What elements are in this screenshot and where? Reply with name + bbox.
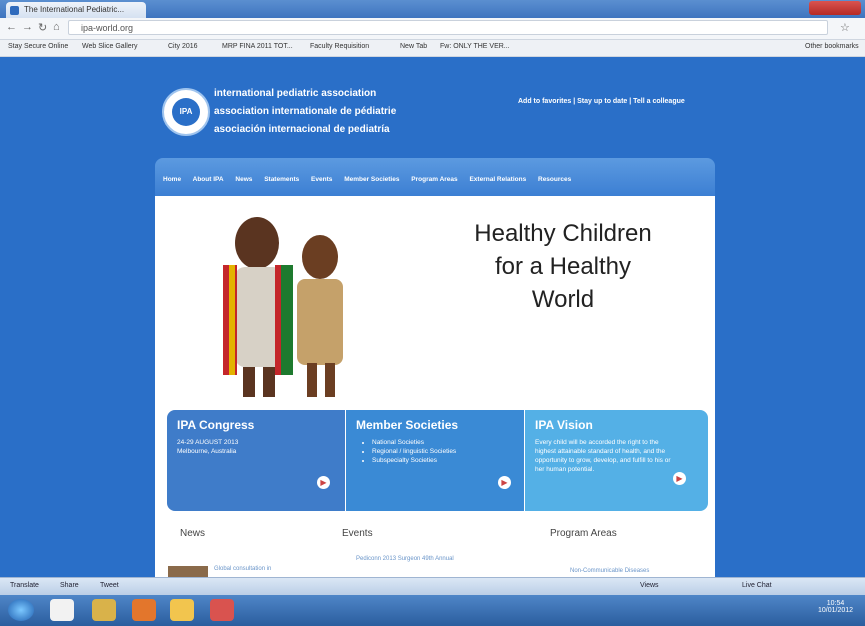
nav-events[interactable]: Events bbox=[311, 176, 332, 183]
societies-item[interactable]: National Societies bbox=[372, 438, 514, 447]
vision-text: Every child will be accorded the right t… bbox=[535, 439, 671, 473]
vision-title: IPA Vision bbox=[535, 418, 593, 432]
ipa-logo[interactable]: IPA bbox=[162, 88, 210, 136]
org-name-en: international pediatric association bbox=[214, 88, 377, 99]
folder-icon[interactable] bbox=[92, 599, 116, 621]
tab-title: The International Pediatric... bbox=[24, 5, 125, 14]
explorer-icon[interactable] bbox=[170, 599, 194, 621]
share-button[interactable]: Share bbox=[60, 582, 79, 589]
tweet-button[interactable]: Tweet bbox=[100, 582, 119, 589]
bookmark-item[interactable]: Stay Secure Online bbox=[8, 43, 68, 50]
bookmark-item[interactable]: Faculty Requisition bbox=[310, 43, 369, 50]
media-player-icon[interactable] bbox=[132, 599, 156, 621]
arrow-right-icon[interactable]: ▶ bbox=[317, 476, 330, 489]
chrome-icon[interactable] bbox=[50, 599, 74, 621]
nav-home[interactable]: Home bbox=[163, 176, 181, 183]
bookmarks-bar: Stay Secure Online Web Slice Gallery Cit… bbox=[0, 40, 865, 57]
bookmark-item[interactable]: MRP FINA 2011 TOT... bbox=[222, 43, 293, 50]
nav-about[interactable]: About IPA bbox=[193, 176, 224, 183]
taskbar: 10:54 10/01/2012 bbox=[0, 595, 865, 626]
org-name-fr: association internationale de pédiatrie bbox=[214, 106, 397, 117]
back-icon[interactable]: ← bbox=[6, 21, 17, 33]
home-icon[interactable]: ⌂ bbox=[53, 21, 60, 33]
live-chat-button[interactable]: Live Chat bbox=[742, 582, 772, 589]
clock-time: 10:54 bbox=[826, 600, 845, 607]
nav-program-areas[interactable]: Program Areas bbox=[411, 176, 457, 183]
start-button-icon[interactable] bbox=[8, 599, 34, 621]
societies-title: Member Societies bbox=[356, 418, 459, 432]
clock[interactable]: 10:54 10/01/2012 bbox=[818, 600, 853, 614]
browser-tab-bar: The International Pediatric... bbox=[0, 0, 865, 18]
org-name-es: asociación internacional de pediatría bbox=[214, 124, 390, 135]
views-button[interactable]: Views bbox=[640, 582, 659, 589]
address-bar[interactable]: ipa-world.org bbox=[68, 20, 828, 35]
societies-item[interactable]: Subspecialty Societies bbox=[372, 456, 514, 465]
bookmark-item[interactable]: Fw: ONLY THE VER... bbox=[440, 43, 510, 50]
event-item[interactable]: Pediconn 2013 Surgeon 49th Annual bbox=[356, 556, 454, 562]
tagline-line: for a Healthy bbox=[494, 253, 632, 280]
reload-icon[interactable]: ↻ bbox=[38, 21, 47, 34]
program-item[interactable]: Non-Communicable Diseases bbox=[570, 568, 649, 574]
nav-external-relations[interactable]: External Relations bbox=[469, 176, 526, 183]
vision-box[interactable]: IPA Vision Every child will be accorded … bbox=[525, 410, 708, 511]
forward-icon[interactable]: → bbox=[22, 21, 33, 33]
news-thumbnail bbox=[168, 566, 208, 577]
translate-button[interactable]: Translate bbox=[10, 582, 39, 589]
top-links[interactable]: Add to favorites | Stay up to date | Tel… bbox=[518, 98, 685, 105]
news-item[interactable]: Global consultation in bbox=[214, 566, 271, 572]
tagline-line: Healthy Children bbox=[474, 220, 652, 247]
arrow-right-icon[interactable]: ▶ bbox=[498, 476, 511, 489]
nav-news[interactable]: News bbox=[235, 176, 252, 183]
addon-bar: Translate Share Tweet Views Live Chat bbox=[0, 577, 865, 596]
societies-box[interactable]: Member Societies National Societies Regi… bbox=[346, 410, 524, 511]
congress-date: 24-29 AUGUST 2013 bbox=[177, 439, 239, 446]
powerpoint-icon[interactable] bbox=[210, 599, 234, 621]
arrow-right-icon[interactable]: ▶ bbox=[673, 472, 686, 485]
bookmark-item[interactable]: New Tab bbox=[400, 43, 427, 50]
clock-date: 10/01/2012 bbox=[818, 607, 854, 614]
address-text: ipa-world.org bbox=[81, 23, 134, 33]
nav-statements[interactable]: Statements bbox=[264, 176, 299, 183]
hero-children-image bbox=[223, 217, 343, 397]
nav-member-societies[interactable]: Member Societies bbox=[344, 176, 399, 183]
news-heading: News bbox=[180, 528, 206, 539]
window-controls[interactable] bbox=[809, 1, 861, 15]
congress-box[interactable]: IPA Congress 24-29 AUGUST 2013 Melbourne… bbox=[167, 410, 345, 511]
congress-location: Melbourne, Australia bbox=[177, 448, 237, 455]
tagline-line: World bbox=[531, 286, 595, 313]
browser-tab[interactable]: The International Pediatric... bbox=[6, 2, 146, 18]
bookmark-item[interactable]: Web Slice Gallery bbox=[82, 43, 138, 50]
favicon-icon bbox=[10, 6, 19, 15]
star-icon[interactable]: ☆ bbox=[840, 21, 850, 34]
logo-mark: IPA bbox=[172, 98, 200, 126]
program-areas-heading: Program Areas bbox=[550, 528, 617, 539]
events-heading: Events bbox=[342, 528, 373, 539]
societies-item[interactable]: Regional / linguistic Societies bbox=[372, 447, 514, 456]
bookmark-item[interactable]: Other bookmarks bbox=[805, 43, 859, 50]
main-nav: Home About IPA News Statements Events Me… bbox=[155, 158, 715, 196]
browser-toolbar: ← → ↻ ⌂ ipa-world.org ☆ bbox=[0, 18, 865, 40]
bookmark-item[interactable]: City 2016 bbox=[168, 43, 198, 50]
congress-title: IPA Congress bbox=[177, 418, 255, 432]
hero-tagline: Healthy Children for a Healthy World bbox=[438, 217, 688, 316]
nav-resources[interactable]: Resources bbox=[538, 176, 571, 183]
